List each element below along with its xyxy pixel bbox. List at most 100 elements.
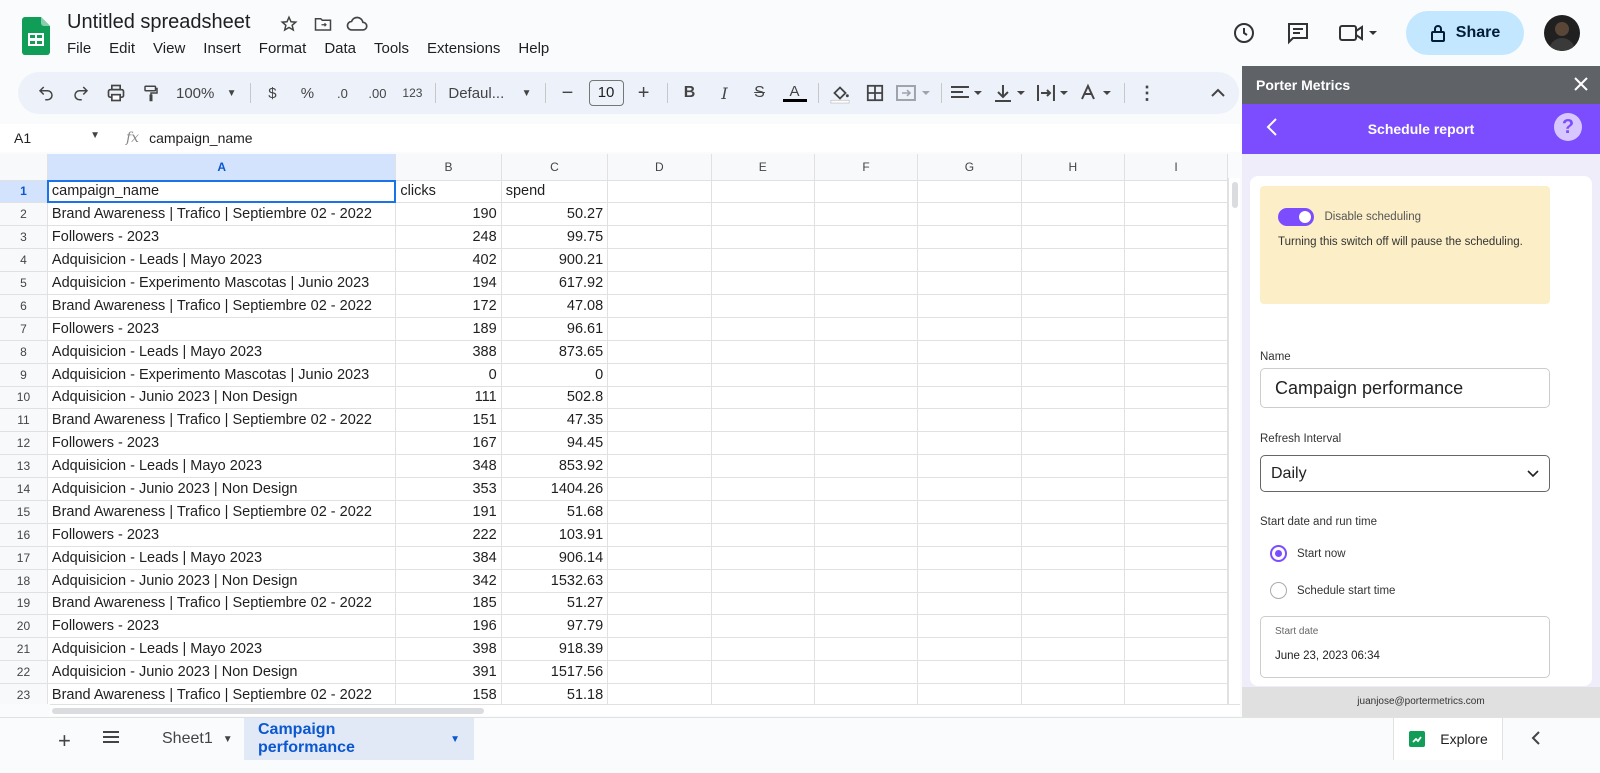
comments-icon[interactable] [1280, 15, 1316, 51]
help-icon[interactable]: ? [1554, 113, 1582, 141]
horizontal-align-icon[interactable] [950, 78, 986, 108]
decrease-font-size-icon[interactable]: − [554, 78, 582, 108]
side-panel-collapse-icon[interactable] [1530, 730, 1542, 751]
cell[interactable]: 103.91 [501, 523, 609, 547]
menu-item-tools[interactable]: Tools [374, 40, 417, 57]
cell[interactable] [814, 454, 919, 479]
cell[interactable]: Adquisicion - Junio 2023 | Non Design [47, 386, 397, 410]
cell[interactable] [917, 248, 1022, 273]
cell[interactable]: Adquisicion - Junio 2023 | Non Design [47, 660, 397, 685]
cell[interactable] [607, 546, 712, 570]
cell[interactable] [607, 225, 712, 250]
sheets-logo-icon[interactable] [22, 17, 50, 55]
cell[interactable] [1021, 683, 1125, 704]
cell[interactable] [814, 180, 919, 204]
more-options-icon[interactable]: ⋮ [1133, 78, 1161, 108]
meet-video-icon[interactable] [1334, 15, 1382, 51]
cell[interactable] [1021, 569, 1125, 593]
cell[interactable] [607, 294, 712, 318]
cell[interactable] [814, 340, 919, 364]
cell[interactable]: Followers - 2023 [47, 317, 397, 341]
cell[interactable]: 353 [395, 477, 502, 501]
cell[interactable]: 348 [395, 454, 502, 479]
cell[interactable] [607, 660, 712, 685]
cell[interactable]: 502.8 [501, 386, 609, 410]
cell[interactable] [917, 386, 1022, 410]
close-icon[interactable] [1574, 76, 1588, 94]
cell[interactable] [607, 202, 712, 227]
cell[interactable]: Followers - 2023 [47, 431, 397, 456]
cell[interactable]: Adquisicion - Leads | Mayo 2023 [47, 637, 397, 662]
cell[interactable] [711, 386, 815, 410]
row-header[interactable]: 2 [0, 202, 48, 227]
cell[interactable]: 391 [395, 660, 502, 685]
cell[interactable] [711, 431, 815, 456]
cell[interactable]: Brand Awareness | Trafico | Septiembre 0… [47, 683, 397, 704]
zoom-select[interactable]: 100% ▼ [172, 78, 241, 108]
cell[interactable]: Adquisicion - Leads | Mayo 2023 [47, 248, 397, 273]
column-header-g[interactable]: G [917, 154, 1022, 181]
cell[interactable]: 51.68 [501, 500, 609, 524]
redo-icon[interactable] [67, 78, 95, 108]
menu-item-file[interactable]: File [67, 40, 99, 57]
paint-format-icon[interactable] [137, 78, 165, 108]
cell[interactable] [1124, 523, 1228, 547]
cell[interactable] [711, 340, 815, 364]
cell[interactable] [607, 340, 712, 364]
cell[interactable] [917, 202, 1022, 227]
cell[interactable] [607, 477, 712, 501]
cell[interactable]: 0 [395, 363, 502, 387]
row-header[interactable]: 23 [0, 683, 48, 704]
cell[interactable] [1124, 431, 1228, 456]
version-history-icon[interactable] [1226, 15, 1262, 51]
cell[interactable] [1124, 202, 1228, 227]
cell[interactable] [1021, 294, 1125, 318]
scroll-thumb[interactable] [1232, 182, 1238, 208]
cell[interactable] [711, 523, 815, 547]
cell[interactable] [814, 248, 919, 273]
cell[interactable]: 398 [395, 637, 502, 662]
cell[interactable] [1124, 546, 1228, 570]
cell[interactable]: 50.27 [501, 202, 609, 227]
borders-icon[interactable] [861, 78, 889, 108]
row-header[interactable]: 1 [0, 180, 48, 204]
start-date-field[interactable]: Start date June 23, 2023 06:34 [1260, 616, 1550, 678]
fill-color-icon[interactable] [826, 78, 854, 108]
cell[interactable] [607, 431, 712, 456]
avatar[interactable] [1544, 15, 1580, 51]
formula-input[interactable]: campaign_name [149, 130, 253, 146]
column-header-i[interactable]: I [1124, 154, 1228, 181]
row-header[interactable]: 14 [0, 477, 48, 501]
cell[interactable] [917, 317, 1022, 341]
cell[interactable] [711, 225, 815, 250]
star-icon[interactable] [278, 13, 300, 35]
vertical-align-icon[interactable] [993, 78, 1029, 108]
cell[interactable]: spend [501, 180, 609, 204]
cell[interactable] [917, 546, 1022, 570]
text-wrapping-icon[interactable] [1036, 78, 1072, 108]
cell[interactable]: 1517.56 [501, 660, 609, 685]
cell[interactable] [814, 431, 919, 456]
cell[interactable]: Followers - 2023 [47, 614, 397, 639]
cell[interactable] [607, 317, 712, 341]
cell[interactable]: 873.65 [501, 340, 609, 364]
cell[interactable] [917, 500, 1022, 524]
cell[interactable] [1124, 683, 1228, 704]
cell[interactable] [814, 660, 919, 685]
cell[interactable] [1021, 500, 1125, 524]
cell[interactable]: 918.39 [501, 637, 609, 662]
cell[interactable] [1124, 225, 1228, 250]
cell[interactable] [917, 637, 1022, 662]
cell[interactable] [917, 477, 1022, 501]
cell[interactable] [607, 454, 712, 479]
cell[interactable] [814, 546, 919, 570]
column-header-d[interactable]: D [607, 154, 712, 181]
cell[interactable] [1124, 363, 1228, 387]
cell[interactable] [1124, 386, 1228, 410]
cell[interactable]: 185 [395, 592, 502, 616]
cell[interactable] [917, 225, 1022, 250]
cell[interactable] [917, 660, 1022, 685]
print-icon[interactable] [102, 78, 130, 108]
schedule-start-option[interactable]: Schedule start time [1270, 582, 1395, 599]
cell[interactable] [814, 202, 919, 227]
